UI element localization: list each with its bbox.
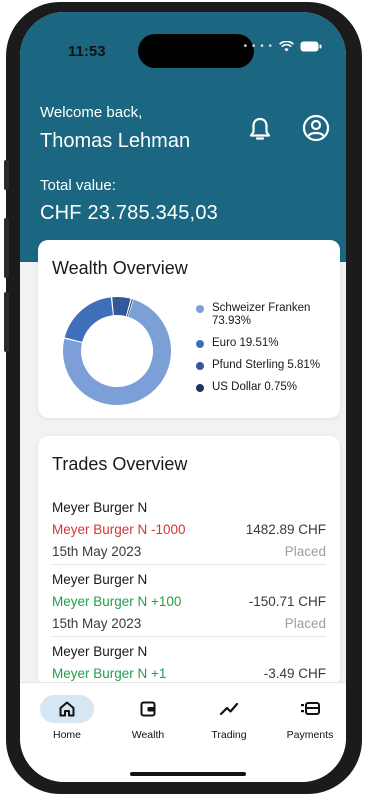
legend-item-usd: US Dollar 0.75% [196, 381, 336, 394]
tab-icon-wrap [283, 695, 337, 723]
trade-order: Meyer Burger N -1000 [52, 522, 186, 537]
tab-label: Payments [286, 729, 334, 741]
legend-label: Pfund Sterling 5.81% [212, 359, 321, 371]
trade-item[interactable]: Meyer Burger N Meyer Burger N -1000 1482… [52, 500, 326, 559]
bottom-tab-bar: Home Wealth Trading Payments [20, 682, 346, 782]
tab-trading[interactable]: Trading [189, 695, 269, 741]
status-time: 11:53 [68, 43, 106, 60]
legend-label: Schweizer Franken 73.93% [212, 302, 311, 327]
wealth-legend: Schweizer Franken 73.93% Euro 19.51% Pfu… [196, 302, 336, 403]
trade-instrument: Meyer Burger N [52, 644, 148, 659]
wealth-overview-card[interactable]: Wealth Overview Schweizer Franken 73.93%… [38, 240, 340, 418]
legend-dot [196, 305, 204, 313]
tab-icon-wrap [121, 695, 175, 723]
legend-label: US Dollar 0.75% [212, 381, 298, 393]
signal-icon: • • • • [243, 41, 273, 52]
wealth-donut-chart [63, 297, 171, 406]
trade-status: Placed [284, 544, 326, 559]
trade-order: Meyer Burger N +100 [52, 594, 182, 609]
legend-label: Euro 19.51% [212, 337, 279, 349]
tab-home[interactable]: Home [27, 695, 107, 741]
tab-label: Trading [211, 729, 247, 741]
welcome-text: Welcome back, [40, 104, 143, 121]
total-value-label: Total value: [40, 177, 116, 194]
status-bar: 11:53 • • • • [20, 12, 346, 68]
bell-icon[interactable] [248, 116, 272, 142]
trade-item[interactable]: Meyer Burger N Meyer Burger N +100 -150.… [52, 572, 326, 631]
status-icons: • • • • [244, 41, 322, 52]
tab-wealth[interactable]: Wealth [108, 695, 188, 741]
tab-label: Home [52, 729, 81, 741]
profile-icon[interactable] [302, 114, 330, 142]
user-name: Thomas Lehman [40, 130, 191, 152]
total-value-amount: CHF 23.785.345,03 [40, 202, 218, 224]
wealth-overview-title: Wealth Overview [52, 258, 188, 278]
home-icon [59, 701, 75, 717]
trade-divider [52, 564, 326, 565]
trade-instrument: Meyer Burger N [52, 572, 148, 587]
volume-up-button [4, 218, 9, 278]
dynamic-island [138, 34, 254, 68]
trades-overview-card: Trades Overview Meyer Burger N Meyer Bur… [38, 436, 340, 686]
trade-amount: -3.49 CHF [263, 666, 326, 681]
legend-item-chf: Schweizer Franken 73.93% [196, 302, 336, 328]
battery-icon [300, 41, 322, 52]
trade-order: Meyer Burger N +1 [52, 666, 167, 681]
wallet-icon [140, 701, 156, 717]
app-screen: 11:53 • • • • Welcome back, Thomas Lehma… [20, 12, 346, 782]
legend-dot [196, 362, 204, 370]
volume-down-button [4, 292, 9, 352]
legend-dot [196, 340, 204, 348]
trade-status: Placed [284, 616, 326, 631]
trade-date: 15th May 2023 [52, 544, 142, 559]
legend-item-gbp: Pfund Sterling 5.81% [196, 359, 336, 372]
trade-item[interactable]: Meyer Burger N Meyer Burger N +1 -3.49 C… [52, 644, 326, 681]
home-indicator [130, 772, 246, 776]
tab-icon-wrap [202, 695, 256, 723]
tab-icon-wrap [40, 695, 94, 723]
payments-icon [301, 702, 320, 715]
legend-item-eur: Euro 19.51% [196, 337, 336, 350]
wifi-icon [279, 41, 294, 52]
legend-dot [196, 384, 204, 392]
trade-divider [52, 636, 326, 637]
trade-amount: -150.71 CHF [248, 594, 326, 609]
trade-amount: 1482.89 CHF [245, 522, 326, 537]
tab-label: Wealth [131, 729, 165, 741]
trade-date: 15th May 2023 [52, 616, 142, 631]
mute-switch [4, 160, 9, 190]
trade-instrument: Meyer Burger N [52, 500, 148, 515]
tab-payments[interactable]: Payments [270, 695, 346, 741]
trades-overview-title: Trades Overview [52, 454, 188, 474]
trend-icon [219, 702, 239, 716]
